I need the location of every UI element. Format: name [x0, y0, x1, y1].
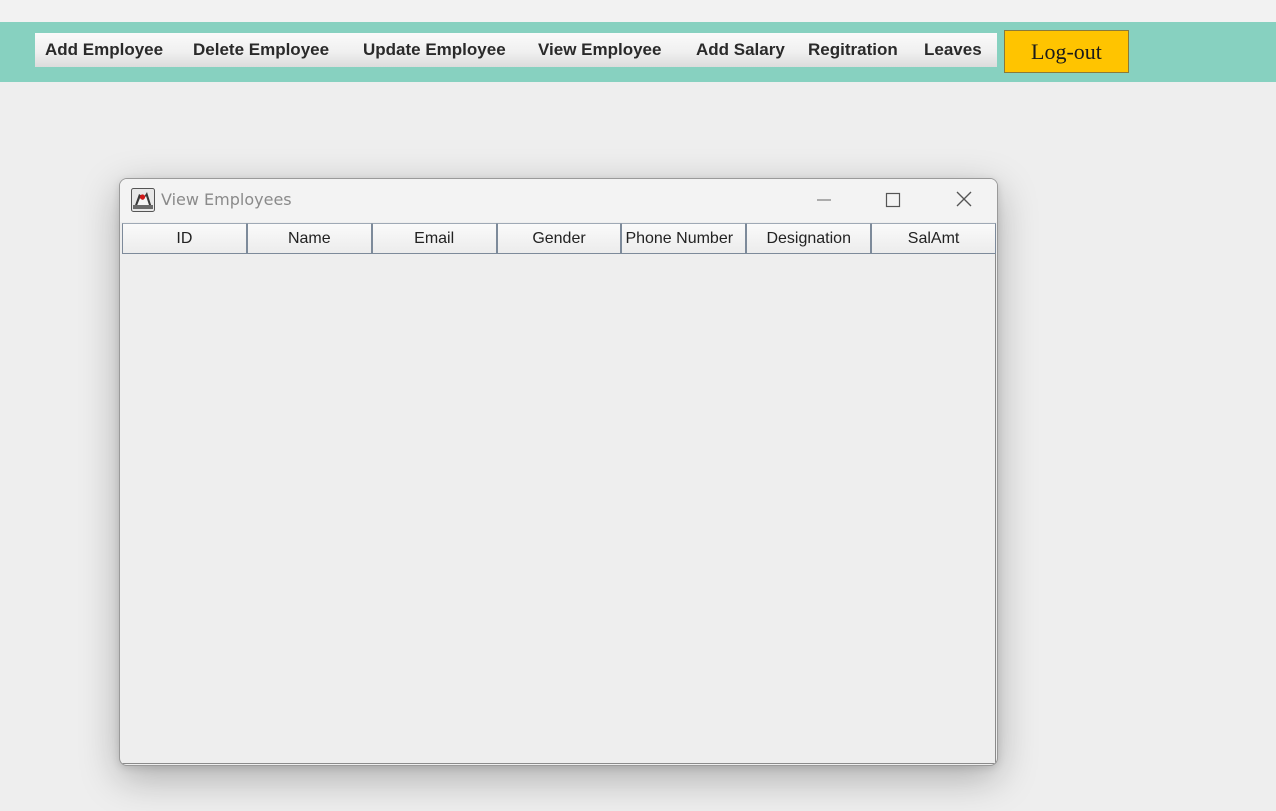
- minimize-icon[interactable]: [810, 187, 838, 213]
- table-body[interactable]: [122, 254, 996, 764]
- column-header-id[interactable]: ID: [122, 223, 247, 254]
- column-header-phone-number[interactable]: Phone Number: [621, 223, 747, 254]
- java-duke-icon: [131, 188, 155, 212]
- window-titlebar[interactable]: View Employees: [120, 179, 997, 222]
- column-header-email[interactable]: Email: [371, 223, 497, 254]
- menu-item-add-employee[interactable]: Add Employee: [45, 33, 163, 67]
- menu-item-delete-employee[interactable]: Delete Employee: [193, 33, 329, 67]
- table-header: ID Name Email Gender Phone Number Design…: [122, 223, 997, 254]
- menu-item-leaves[interactable]: Leaves: [924, 33, 982, 67]
- view-employees-window: View Employees ID Name Email Gender Phon…: [119, 178, 998, 766]
- column-header-designation[interactable]: Designation: [746, 223, 872, 254]
- menu-item-add-salary[interactable]: Add Salary: [696, 33, 785, 67]
- menu-item-update-employee[interactable]: Update Employee: [363, 33, 506, 67]
- menu-item-registration[interactable]: Regitration: [808, 33, 898, 67]
- column-header-gender[interactable]: Gender: [496, 223, 622, 254]
- close-icon[interactable]: [950, 187, 978, 213]
- column-header-salamt[interactable]: SalAmt: [871, 223, 997, 254]
- window-title: View Employees: [161, 190, 292, 209]
- top-strip: [0, 0, 1276, 22]
- logout-button[interactable]: Log-out: [1004, 30, 1129, 73]
- menubar: Add Employee Delete Employee Update Empl…: [35, 33, 997, 67]
- column-header-name[interactable]: Name: [246, 223, 372, 254]
- maximize-icon[interactable]: [879, 187, 907, 213]
- menu-item-view-employee[interactable]: View Employee: [538, 33, 661, 67]
